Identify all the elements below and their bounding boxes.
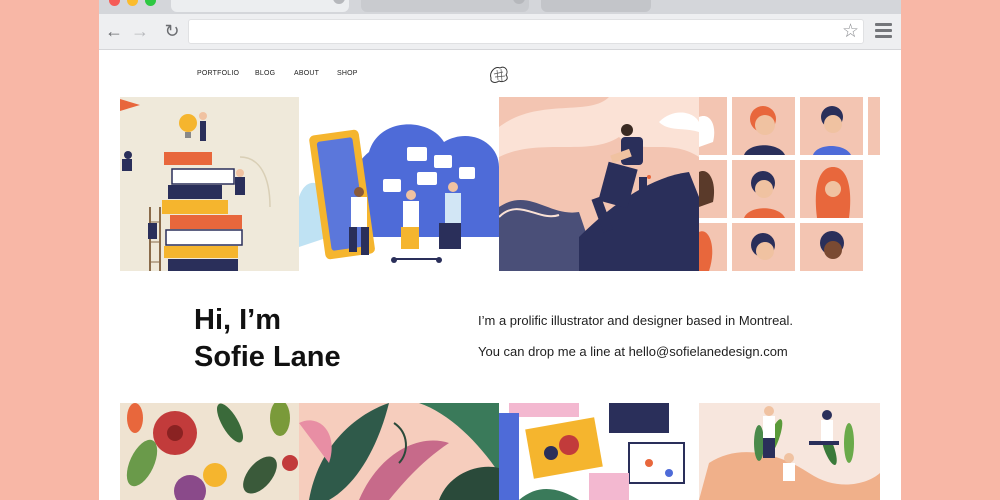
intro-contact[interactable]: You can drop me a line at hello@sofielan… [478,344,788,359]
webpage: PORTFOLIO BLOG ABOUT SHOP Hi, I’m Sofie … [99,50,901,500]
books-ladder-illustration[interactable] [120,97,299,271]
maximize-window-button[interactable] [145,0,156,6]
address-bar[interactable]: ☆ [188,19,864,44]
gallery-row-bottom [120,403,880,500]
menu-icon[interactable] [875,23,892,38]
tropical-leaves-pattern[interactable] [299,403,499,500]
gallery-row-top [120,97,880,271]
forward-arrow-icon[interactable]: → [129,20,151,42]
plants-people-illustration[interactable] [699,403,880,500]
fruit-leaves-pattern[interactable] [120,403,299,500]
logo-icon[interactable] [486,62,512,86]
minimize-window-button[interactable] [127,0,138,6]
star-icon[interactable]: ☆ [842,21,859,42]
back-arrow-icon[interactable]: ← [103,20,125,42]
intro-heading: Hi, I’m Sofie Lane [194,302,434,376]
phone-scooter-illustration[interactable] [299,97,499,271]
portrait-grid-illustration[interactable] [699,97,880,271]
reload-icon[interactable]: ↻ [161,20,183,42]
tab-close-icon[interactable]: × [333,0,345,4]
intro-heading-line2: Sofie Lane [194,341,341,373]
nav-link-shop[interactable]: SHOP [337,70,358,77]
desk-objects-illustration[interactable] [499,403,699,500]
mountain-hiker-illustration[interactable] [499,97,699,271]
intro-heading-line1: Hi, I’m [194,304,282,336]
intro-description: I’m a prolific illustrator and designer … [478,313,794,328]
browser-window: × × ← → ↻ ☆ PORTFOLIO BLOG ABOUT SHOP [99,0,901,500]
browser-tab-active[interactable]: × [171,0,349,12]
tab-strip: × × [99,0,901,14]
tab-close-icon[interactable]: × [513,0,525,4]
nav-link-portfolio[interactable]: PORTFOLIO [197,70,239,77]
new-tab-button[interactable] [541,0,651,12]
browser-toolbar: ← → ↻ ☆ [99,14,901,50]
close-window-button[interactable] [109,0,120,6]
browser-tab[interactable]: × [361,0,529,12]
nav-link-blog[interactable]: BLOG [255,70,275,77]
nav-link-about[interactable]: ABOUT [294,70,319,77]
